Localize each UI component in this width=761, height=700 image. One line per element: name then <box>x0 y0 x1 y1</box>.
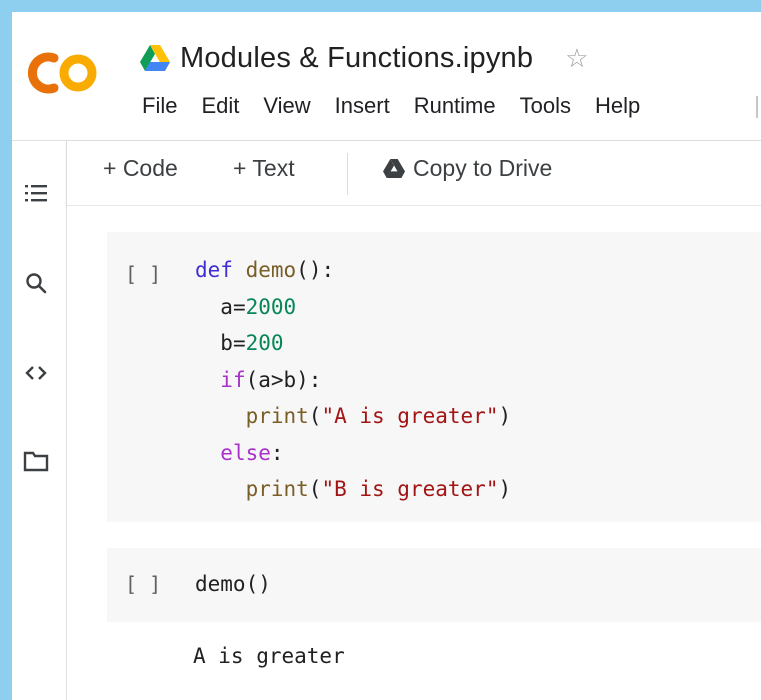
folder-icon-glyph <box>23 451 49 472</box>
token-var: a= <box>220 294 246 319</box>
copy-to-drive-label: Copy to Drive <box>413 155 553 181</box>
colab-logo[interactable] <box>20 48 104 98</box>
menu-help[interactable]: Help <box>583 88 652 124</box>
token-punct: ( <box>308 404 322 428</box>
folder-icon[interactable] <box>22 447 50 475</box>
token-punct: (a>b): <box>245 367 322 392</box>
menu-tools[interactable]: Tools <box>508 88 583 124</box>
token-number: 2000 <box>245 294 297 319</box>
drive-icon <box>383 159 405 178</box>
token-punct: ( <box>308 477 322 501</box>
left-rail <box>12 141 67 700</box>
toolbar-divider <box>347 153 348 195</box>
code-cell[interactable]: [ ] demo() <box>107 548 761 622</box>
code-editor[interactable]: def demo(): a=2000 b=200 if(a>b): print(… <box>195 252 511 508</box>
token-function: demo <box>245 258 297 282</box>
notebook-area: [ ] def demo(): a=2000 b=200 if(a>b): pr… <box>67 206 761 700</box>
token-string: "B is greater" <box>321 477 499 501</box>
menu-runtime[interactable]: Runtime <box>402 88 508 124</box>
run-cell-button[interactable]: [ ] <box>125 572 161 596</box>
token-var: b= <box>220 331 246 355</box>
header: Modules & Functions.ipynb ☆ File Edit Vi… <box>12 12 761 141</box>
code-editor[interactable]: demo() <box>195 566 271 603</box>
code-cell[interactable]: [ ] def demo(): a=2000 b=200 if(a>b): pr… <box>107 232 761 522</box>
token-number: 200 <box>245 331 284 355</box>
run-cell-button[interactable]: [ ] <box>125 262 161 286</box>
toc-icon[interactable] <box>22 179 50 207</box>
token-keyword: else <box>220 440 271 465</box>
token-builtin: print <box>245 404 309 428</box>
code-icon-glyph <box>25 366 47 380</box>
token-punct: ) <box>498 477 512 501</box>
token-punct: : <box>270 440 284 465</box>
menu-insert[interactable]: Insert <box>323 88 402 124</box>
add-text-button[interactable]: + Text <box>233 155 295 182</box>
google-drive-icon <box>140 45 170 71</box>
search-icon-glyph <box>26 273 47 294</box>
notebook-title[interactable]: Modules & Functions.ipynb <box>180 42 533 75</box>
notebook-toolbar: + Code + Text Copy to Drive <box>67 141 761 206</box>
cell-output: A is greater <box>193 644 345 668</box>
menu-overflow-divider <box>756 96 761 118</box>
toc-icon-glyph <box>25 185 47 202</box>
menu-bar: File Edit View Insert Runtime Tools Help <box>130 88 652 124</box>
code-snippets-icon[interactable] <box>22 359 50 387</box>
star-icon[interactable]: ☆ <box>565 43 588 74</box>
token-keyword: def <box>195 258 233 282</box>
menu-view[interactable]: View <box>251 88 322 124</box>
token-keyword: if <box>220 367 246 392</box>
colab-window: Modules & Functions.ipynb ☆ File Edit Vi… <box>12 12 761 700</box>
title-row: Modules & Functions.ipynb ☆ <box>140 38 589 78</box>
token-punct: ) <box>498 404 512 428</box>
search-icon[interactable] <box>22 269 50 297</box>
add-code-button[interactable]: + Code <box>103 155 178 182</box>
token-punct: (): <box>296 258 335 282</box>
copy-to-drive-button[interactable]: Copy to Drive <box>383 155 552 182</box>
token-builtin: print <box>245 477 309 501</box>
menu-edit[interactable]: Edit <box>189 88 251 124</box>
menu-file[interactable]: File <box>130 88 189 124</box>
token-string: "A is greater" <box>321 404 499 428</box>
